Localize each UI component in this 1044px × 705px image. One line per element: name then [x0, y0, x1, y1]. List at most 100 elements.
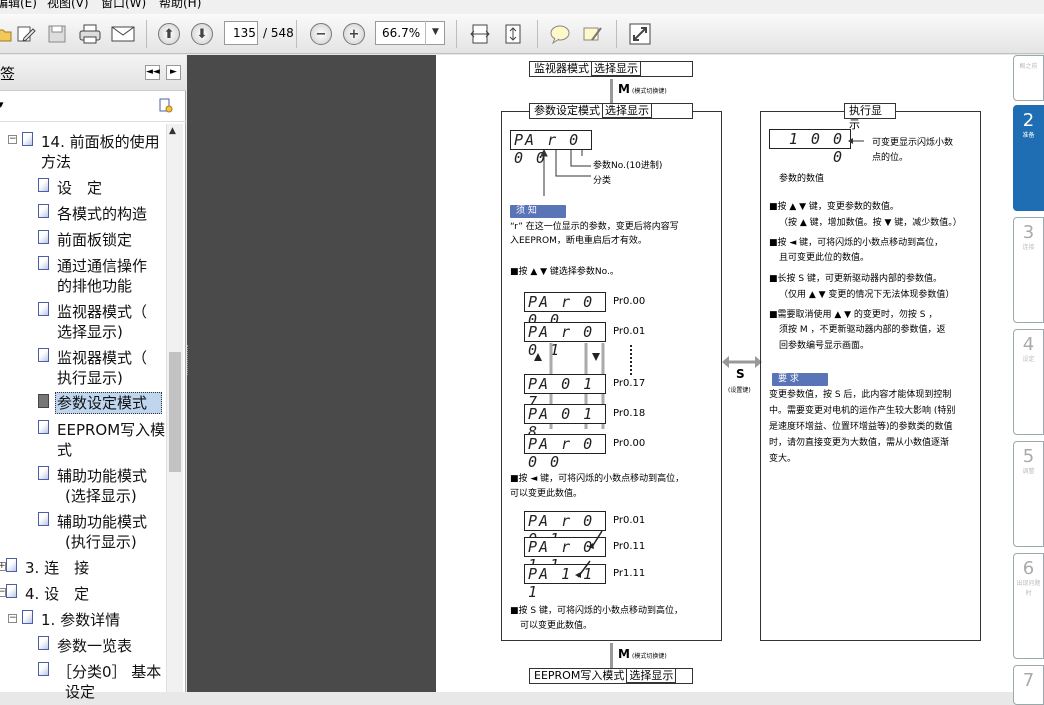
req-line-2: 中。需要变更对电机的运作产生较大影响 (特别	[769, 406, 956, 416]
collapse-panel-button[interactable]: ◄◄	[145, 65, 160, 80]
menu-view[interactable]: 视图(V)	[47, 0, 89, 9]
m-key-label: M	[618, 82, 630, 96]
sidebar-item-panel-lock[interactable]: 前面板锁定	[57, 230, 132, 250]
chapter-tab-3[interactable]: 3 连接	[1013, 217, 1044, 323]
chapter-tab-2[interactable]: 2 准备	[1013, 105, 1044, 211]
sidebar-item-settings[interactable]: 设 定	[57, 178, 102, 198]
exec-line-6: （仅用 ▲ ▼ 变更的情况下无法体现参数值）	[779, 290, 955, 300]
menu-window[interactable]: 窗口(W)	[101, 0, 146, 9]
exec-line-1: ■按 ▲ ▼ 键，变更参数的数值。	[769, 202, 899, 212]
collapse-toggle[interactable]: −	[8, 135, 17, 144]
expand-panel-button[interactable]: ►	[166, 65, 181, 80]
prev-page-button[interactable]: ⬆	[155, 20, 183, 48]
bookmarks-toolbar: ▾	[0, 92, 186, 122]
sidebar-item-mode-structure[interactable]: 各模式的构造	[57, 204, 147, 224]
chevron-down-icon[interactable]: ▼	[425, 21, 445, 45]
exec-line-2: （按 ▲ 键，增加数值。按 ▼ 键，减少数值。）	[779, 218, 962, 228]
sidebar-item-setup[interactable]: 4. 设 定	[25, 584, 89, 604]
bookmark-icon	[6, 584, 17, 598]
lcd-seq-3-label: Pr0.17	[613, 378, 646, 389]
bookmark-find-icon[interactable]	[158, 98, 174, 118]
s-key-instruction-line2: 可以变更此数值。	[520, 621, 593, 631]
arrow-down-icon: ⬇	[191, 23, 213, 45]
save-icon[interactable]	[43, 20, 71, 48]
plus-icon: +	[343, 23, 365, 45]
zoom-out-button[interactable]: −	[307, 20, 335, 48]
options-dropdown[interactable]: ▾	[0, 98, 4, 111]
sidebar-scrollbar[interactable]: ▲	[166, 124, 183, 692]
fit-width-icon[interactable]	[466, 20, 494, 48]
edit-icon[interactable]	[12, 20, 40, 48]
sidebar-item-eeprom[interactable]: EEPROM写入模式	[57, 420, 165, 460]
next-page-button[interactable]: ⬇	[188, 20, 216, 48]
sidebar-item-param-list[interactable]: 参数一览表	[57, 636, 132, 656]
menu-help[interactable]: 帮助(H)	[159, 0, 201, 9]
comment-icon[interactable]	[546, 20, 574, 48]
page-number-input[interactable]: 135	[224, 21, 258, 45]
toolbar: ⬆ ⬇ − +	[0, 14, 1044, 54]
sidebar-item-param-mode[interactable]: 参数设定模式	[55, 392, 162, 414]
pdf-page: 监视器模式 选择显示 M (模式切换键) 参数设定模式 选择显示 PA r 0 0 …	[436, 55, 1014, 692]
lcd-seq-4-label: Pr0.18	[613, 408, 646, 419]
expand-icon[interactable]	[626, 20, 654, 48]
req-line-5: 变大。	[769, 454, 797, 464]
bookmark-icon	[38, 466, 49, 480]
sidebar-item-class0[interactable]: ［分类0］ 基本 设定	[57, 662, 161, 702]
exec-line-7: ■需要取消使用 ▲ ▼ 的变更时，勿按 S ，	[769, 310, 938, 320]
sidebar-item-front-panel[interactable]: 14. 前面板的使用 方法	[41, 132, 160, 172]
exec-line-9: 回参数编号显示画面。	[779, 341, 870, 351]
exec-line-8: 须按 M ，不更新驱动器内部的参数值，返	[779, 325, 946, 335]
vertical-arrow	[610, 643, 613, 669]
zoom-in-button[interactable]: +	[340, 20, 368, 48]
bookmark-icon	[38, 512, 49, 526]
sidebar-item-connection[interactable]: 3. 连 接	[25, 558, 89, 578]
menu-edit[interactable]: 编辑(E)	[0, 0, 37, 9]
exec-lcd-display: 1 0 0 0	[769, 129, 851, 166]
req-line-3: 是速度环增益、位置环增益等)的参数类的数值	[769, 422, 953, 432]
highlight-icon[interactable]	[579, 20, 607, 48]
menu-bar: 编辑(E) 视图(V) 窗口(W) 帮助(H)	[0, 0, 1044, 14]
bookmark-icon	[38, 348, 49, 362]
bookmark-icon	[38, 204, 49, 218]
bookmarks-header: 签 ◄◄ ►	[0, 55, 186, 91]
email-icon[interactable]	[109, 20, 137, 48]
req-line-1: 变更参数值，按 S 后，此内容才能体现到控制	[769, 390, 952, 400]
collapse-toggle[interactable]: −	[8, 614, 17, 623]
panel-splitter[interactable]	[187, 345, 190, 375]
chapter-tab-4[interactable]: 4 设定	[1013, 329, 1044, 435]
lcd-shift-3-label: Pr1.11	[613, 568, 646, 579]
fit-page-icon[interactable]	[499, 20, 527, 48]
select-instruction: ■按 ▲ ▼ 键选择参数No.。	[510, 267, 619, 277]
chapter-tab-1[interactable]: 概之前	[1013, 55, 1044, 101]
chapter-tabs: 概之前 2 准备 3 连接 4 设定 5 调整 6 出现问题时 7	[1010, 55, 1044, 705]
sidebar-item-param-detail[interactable]: 1. 参数详情	[41, 610, 120, 630]
chapter-tab-7[interactable]: 7	[1013, 665, 1044, 705]
lcd-seq-1: PA r 0 0 0	[524, 292, 606, 329]
sidebar-item-exclusive[interactable]: 通过通信操作 的排他功能	[57, 256, 147, 296]
scrollbar-thumb[interactable]	[169, 352, 181, 472]
bookmarks-title: 签	[0, 65, 16, 83]
sidebar-item-aux-select[interactable]: 辅助功能模式 (选择显示)	[57, 466, 147, 506]
pointer-arrow	[848, 138, 864, 144]
print-icon[interactable]	[76, 20, 104, 48]
sidebar-item-monitor-select[interactable]: 监视器模式（ 选择显示)	[57, 302, 147, 342]
chapter-tab-6[interactable]: 6 出现问题时	[1013, 553, 1044, 659]
shift-arrows	[575, 530, 603, 578]
chapter-tab-5[interactable]: 5 调整	[1013, 441, 1044, 547]
bookmark-icon	[38, 636, 49, 650]
bottom-m-key-note: (模式切换键)	[632, 653, 667, 660]
s-key-instruction-line1: ■按 S 键，可将闪烁的小数点移动到高位，	[510, 606, 683, 616]
bookmark-icon	[6, 558, 17, 572]
sidebar-item-aux-exec[interactable]: 辅助功能模式 (执行显示)	[57, 512, 147, 552]
lcd-seq-4: PA 0 1 8	[524, 404, 606, 441]
note-text-line1: “r” 在这一位显示的参数，变更后将内容写	[510, 222, 679, 232]
scroll-up-icon[interactable]: ▲	[169, 126, 176, 136]
lcd-seq-3: PA 0 1 7	[524, 374, 606, 411]
req-line-4: 时，请勿直接变更为大数值，需从小数值逐渐	[769, 438, 950, 448]
m-key-note: (模式切换键)	[632, 88, 667, 95]
bookmark-icon	[38, 394, 49, 408]
exec-line-3: ■按 ◄ 键，可将闪烁的小数点移动到高位，	[769, 238, 944, 248]
exec-line-5: ■长按 S 键，可更新驱动器内部的参数值。	[769, 274, 942, 284]
sidebar-item-monitor-exec[interactable]: 监视器模式（ 执行显示)	[57, 348, 147, 388]
exec-label-line2: 点的位。	[872, 153, 909, 163]
